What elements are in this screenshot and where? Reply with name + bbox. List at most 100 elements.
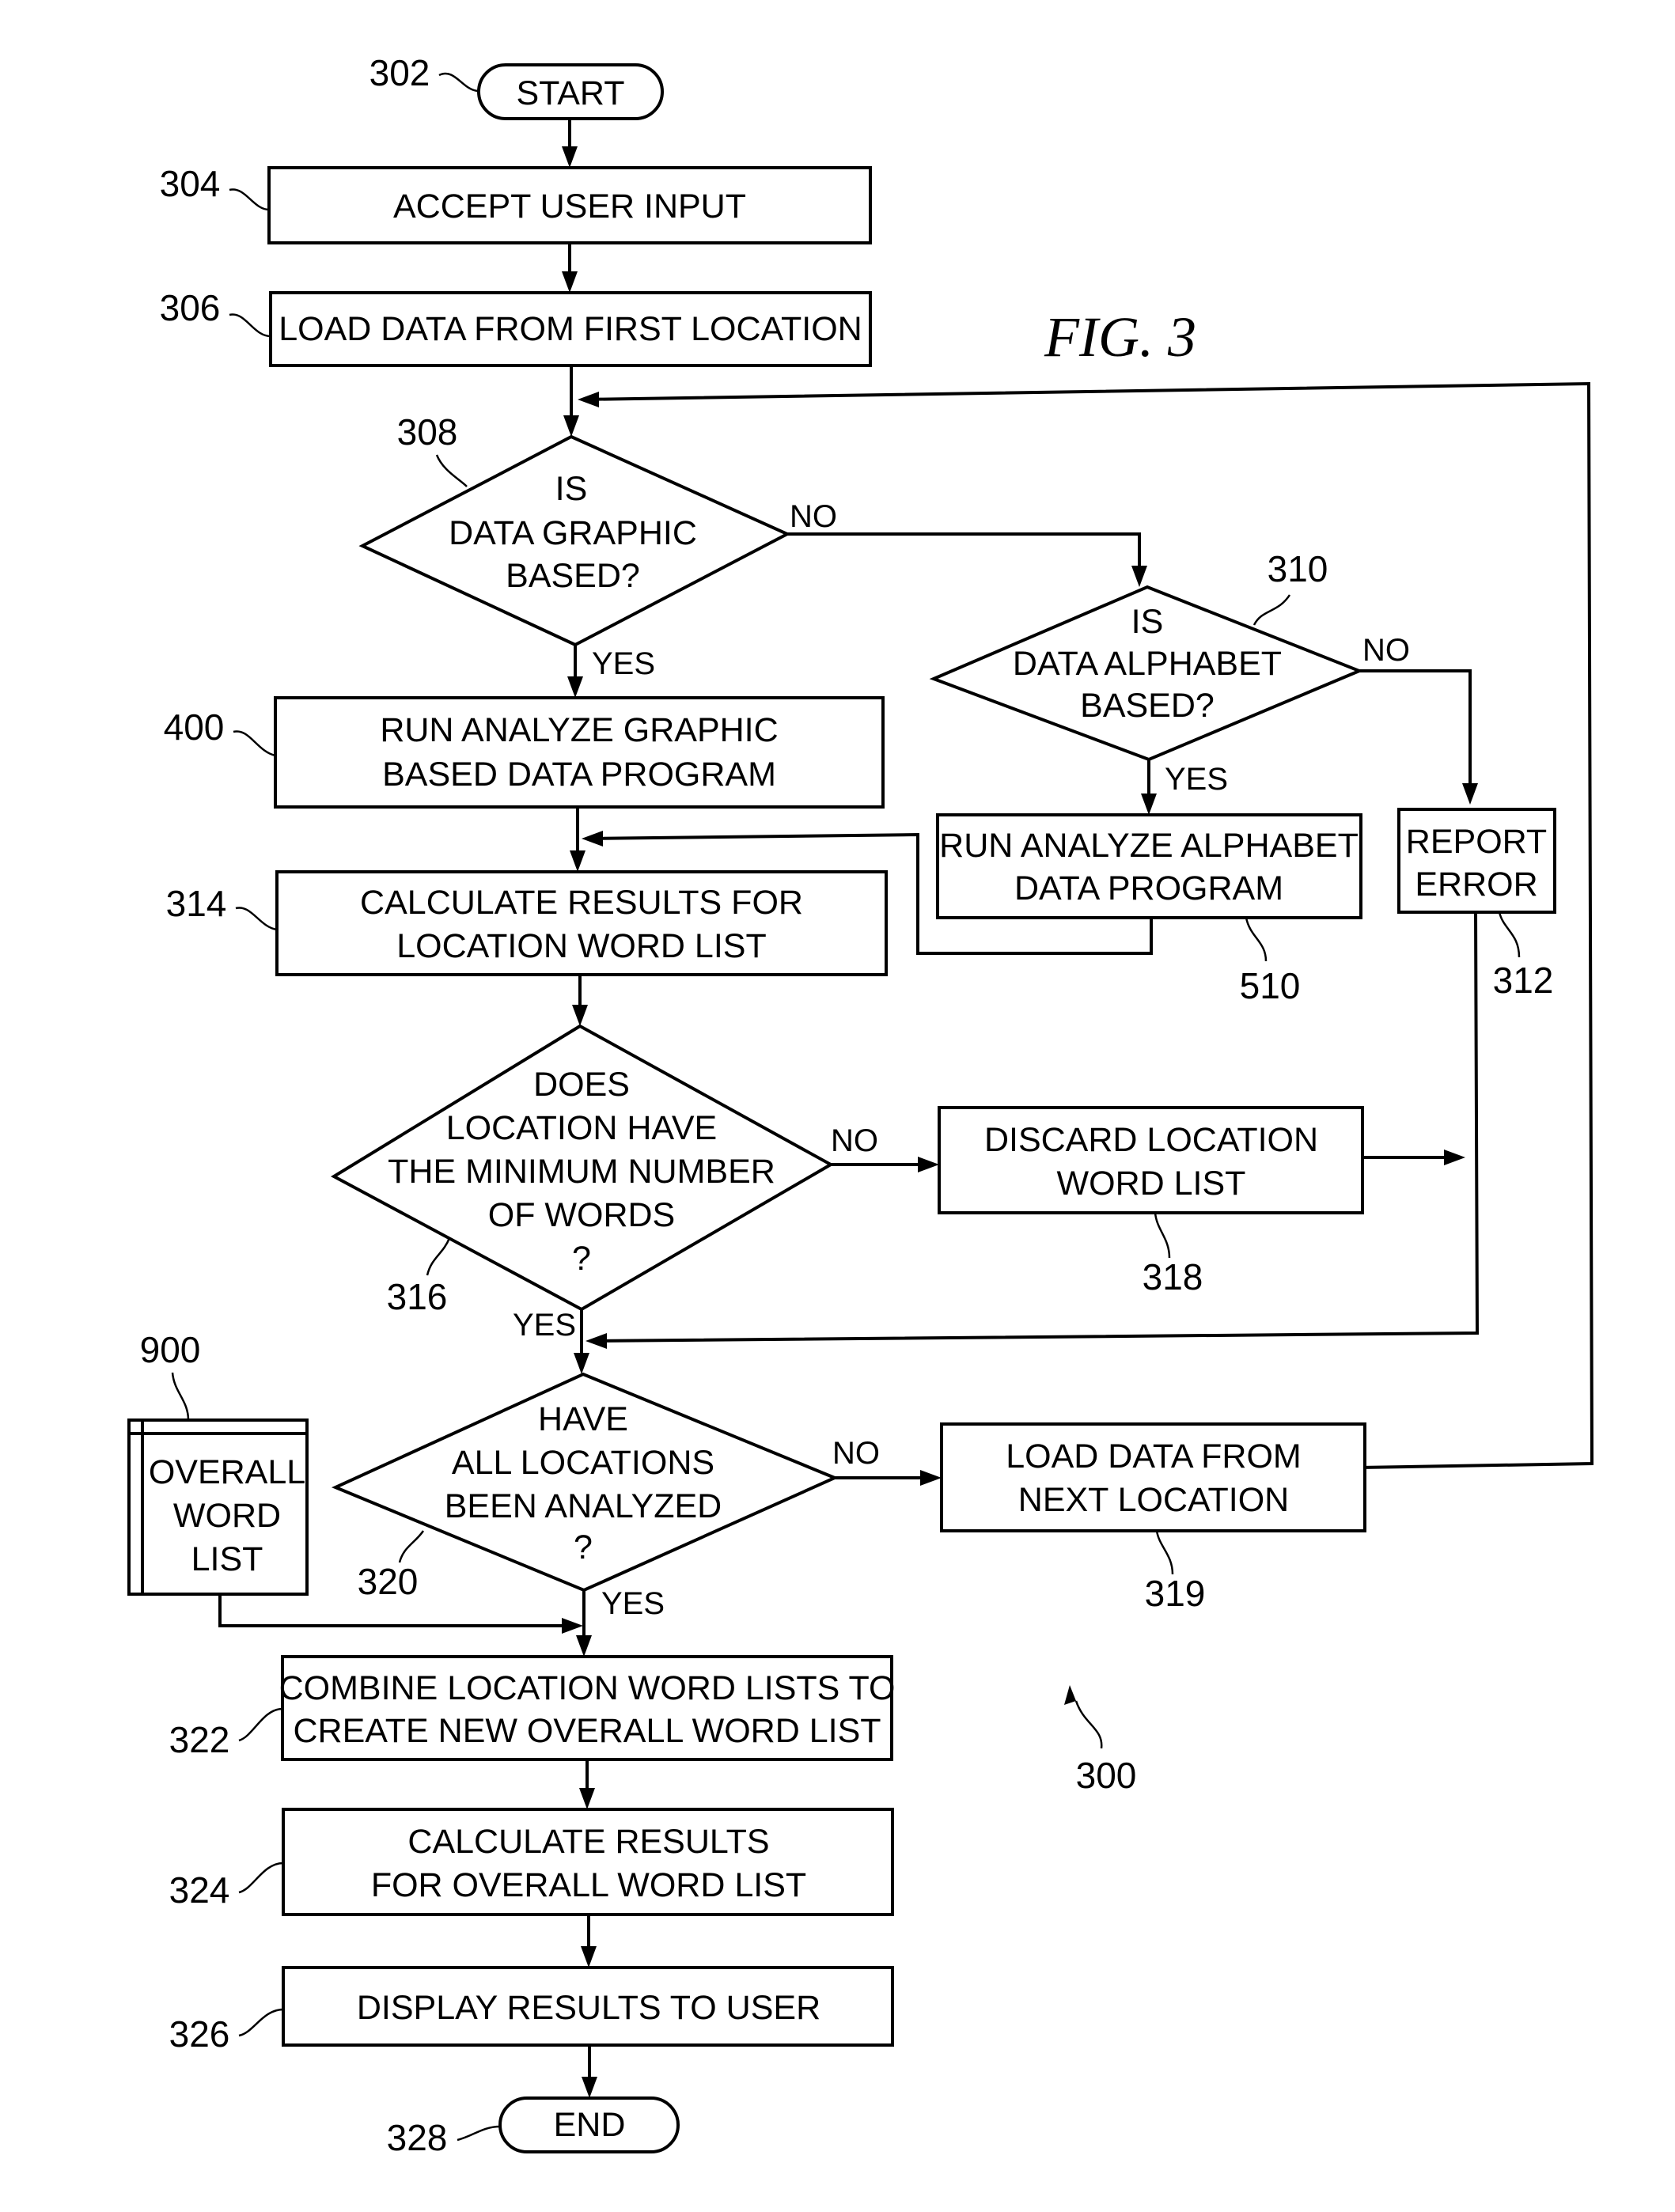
step-label: LOAD DATA FROM FIRST LOCATION bbox=[279, 310, 862, 348]
store-line: OVERALL bbox=[149, 1453, 305, 1491]
leader-line bbox=[1245, 917, 1268, 962]
load-next-location-step: LOAD DATA FROM NEXT LOCATION bbox=[940, 1422, 1366, 1532]
decision-line: ? bbox=[572, 1240, 591, 1278]
arrowhead bbox=[585, 1333, 607, 1349]
leader-line bbox=[438, 72, 479, 93]
diagram-ref-arrowhead bbox=[1064, 1685, 1076, 1705]
arrowhead bbox=[567, 676, 583, 698]
load-first-location-step: LOAD DATA FROM FIRST LOCATION bbox=[269, 291, 872, 367]
branch-label-no: NO bbox=[831, 1123, 878, 1158]
leader-line bbox=[238, 2008, 284, 2037]
report-error-step: REPORT ERROR bbox=[1397, 808, 1556, 914]
leader-line bbox=[229, 188, 270, 211]
discard-word-list-step: DISCARD LOCATION WORD LIST bbox=[938, 1106, 1364, 1214]
arrowhead bbox=[576, 1635, 592, 1657]
ref-numeral: 314 bbox=[166, 883, 227, 924]
is-data-alphabet-decision: IS DATA ALPHABET BASED? bbox=[929, 585, 1364, 762]
all-analyzed-decision: HAVE ALL LOCATIONS BEEN ANALYZED ? bbox=[331, 1372, 839, 1593]
arrowhead bbox=[1462, 783, 1478, 805]
branch-label-no: NO bbox=[1362, 633, 1410, 668]
step-line: RUN ANALYZE GRAPHIC bbox=[380, 711, 778, 749]
arrowhead bbox=[1141, 794, 1157, 815]
arrowhead bbox=[579, 1788, 595, 1809]
leader-line bbox=[398, 1530, 425, 1563]
step-line: DATA PROGRAM bbox=[1014, 869, 1283, 907]
decision-line: HAVE bbox=[538, 1400, 628, 1438]
branch-label-yes: YES bbox=[601, 1586, 665, 1621]
step-line: CALCULATE RESULTS FOR bbox=[360, 884, 803, 922]
decision-line: BASED? bbox=[506, 557, 640, 595]
end-label: END bbox=[554, 2106, 626, 2144]
ref-numeral: 322 bbox=[169, 1719, 230, 1760]
diagram-ref-leader bbox=[1074, 1700, 1103, 1749]
step-line: RUN ANALYZE ALPHABET bbox=[939, 827, 1359, 865]
decision-line: ? bbox=[574, 1528, 593, 1566]
start-label: START bbox=[517, 74, 625, 112]
ref-numeral: 510 bbox=[1240, 965, 1301, 1006]
leader-line bbox=[171, 1372, 190, 1421]
calc-location-results-step: CALCULATE RESULTS FOR LOCATION WORD LIST bbox=[275, 870, 888, 976]
arrowhead bbox=[1444, 1150, 1465, 1165]
arrowhead bbox=[581, 1946, 597, 1968]
decision-line: IS bbox=[555, 470, 588, 508]
ref-numeral: 306 bbox=[160, 287, 221, 328]
decision-line: ALL LOCATIONS bbox=[452, 1444, 714, 1482]
ref-numeral: 328 bbox=[387, 2117, 448, 2158]
step-line: COMBINE LOCATION WORD LISTS TO bbox=[279, 1669, 896, 1707]
run-graphic-program-step: RUN ANALYZE GRAPHIC BASED DATA PROGRAM bbox=[274, 696, 885, 809]
leader-line bbox=[1155, 1530, 1174, 1575]
branch-label-yes: YES bbox=[1165, 762, 1228, 797]
decision-line: IS bbox=[1131, 603, 1164, 641]
step-line: CALCULATE RESULTS bbox=[407, 1823, 769, 1861]
arrowhead bbox=[578, 392, 599, 407]
leader-line bbox=[238, 1707, 283, 1742]
run-alphabet-program-step: RUN ANALYZE ALPHABET DATA PROGRAM bbox=[936, 813, 1362, 919]
step-line: DISCARD LOCATION bbox=[984, 1121, 1318, 1159]
display-results-step: DISPLAY RESULTS TO USER bbox=[282, 1966, 894, 2047]
arrowhead bbox=[562, 146, 578, 168]
ref-numeral: 304 bbox=[160, 163, 221, 204]
step-line: ERROR bbox=[1415, 865, 1537, 903]
ref-numeral: 900 bbox=[140, 1329, 201, 1370]
step-line: LOAD DATA FROM bbox=[1006, 1437, 1302, 1475]
step-line: BASED DATA PROGRAM bbox=[382, 756, 776, 794]
min-words-decision: DOES LOCATION HAVE THE MINIMUM NUMBER OF… bbox=[330, 1024, 835, 1312]
decision-line: DATA GRAPHIC bbox=[449, 514, 697, 552]
ref-numeral: 318 bbox=[1143, 1256, 1203, 1297]
leader-line bbox=[238, 1862, 284, 1894]
ref-numeral: 319 bbox=[1145, 1573, 1206, 1614]
overall-word-list-store: OVERALL WORD LIST bbox=[127, 1418, 309, 1596]
leader-line bbox=[235, 907, 278, 931]
leader-line bbox=[1252, 594, 1291, 626]
arrowhead bbox=[920, 1470, 942, 1486]
branch-label-yes: YES bbox=[592, 646, 655, 681]
figure-title: FIG. 3 bbox=[1044, 305, 1196, 369]
end-terminal: END bbox=[498, 2096, 680, 2153]
decision-line: BASED? bbox=[1080, 687, 1215, 725]
leader-line bbox=[1154, 1212, 1171, 1259]
ref-numeral: 400 bbox=[164, 706, 225, 748]
step-line: DISPLAY RESULTS TO USER bbox=[357, 1989, 820, 2027]
step-line: LOCATION WORD LIST bbox=[396, 927, 766, 965]
step-line: CREATE NEW OVERALL WORD LIST bbox=[293, 1712, 881, 1750]
branch-label-yes: YES bbox=[513, 1308, 576, 1343]
arrowhead bbox=[1131, 566, 1147, 587]
arrowhead bbox=[918, 1157, 939, 1172]
edge-alphabet-no bbox=[1359, 669, 1472, 795]
ref-numeral: 308 bbox=[397, 411, 458, 453]
arrowhead bbox=[582, 831, 603, 847]
ref-numeral: 320 bbox=[358, 1561, 419, 1602]
branch-label-no: NO bbox=[832, 1436, 880, 1471]
decision-line: DOES bbox=[533, 1066, 630, 1104]
is-data-graphic-decision: IS DATA GRAPHIC BASED? bbox=[358, 434, 791, 647]
decision-line: THE MINIMUM NUMBER bbox=[388, 1153, 775, 1191]
step-line: REPORT bbox=[1406, 823, 1547, 861]
flowchart: FIG. 3 START ACCEPT USER INPUT LOAD DATA… bbox=[127, 52, 1594, 2158]
leader-line bbox=[426, 1237, 451, 1276]
decision-line: DATA ALPHABET bbox=[1013, 645, 1282, 683]
arrowhead bbox=[582, 2077, 597, 2098]
ref-numeral: 312 bbox=[1493, 960, 1554, 1001]
arrowhead bbox=[562, 271, 578, 293]
store-line: LIST bbox=[191, 1540, 263, 1578]
decision-line: BEEN ANALYZED bbox=[445, 1487, 722, 1525]
